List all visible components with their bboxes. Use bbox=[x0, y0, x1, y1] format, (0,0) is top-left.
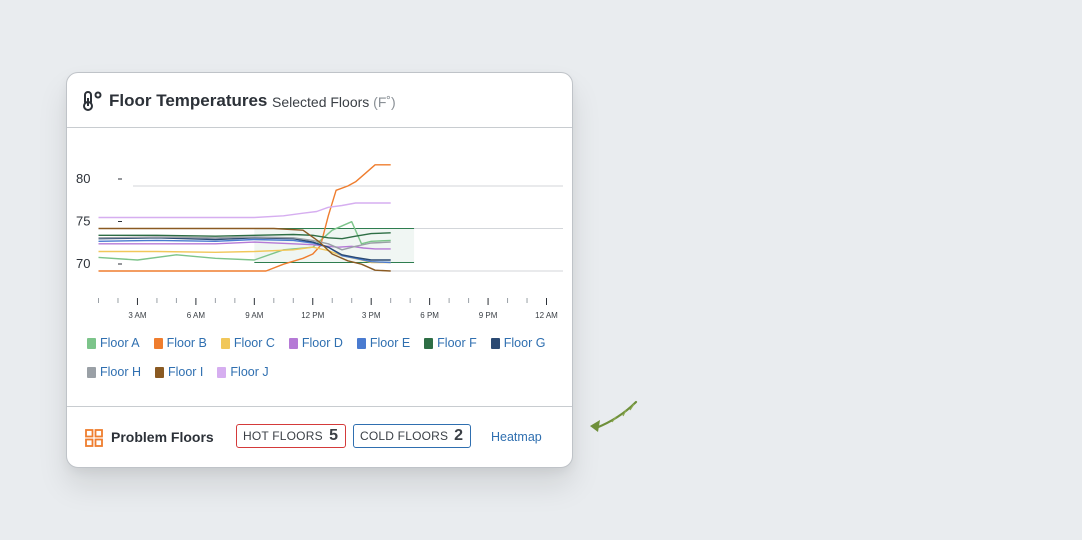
y-tick-label: 80 bbox=[76, 171, 90, 186]
legend-item-floor-g[interactable]: Floor G bbox=[490, 336, 546, 350]
x-tick-label: 3 AM bbox=[128, 311, 147, 320]
legend-swatch bbox=[87, 366, 96, 378]
x-tick-label: 6 PM bbox=[420, 311, 439, 320]
hand-drawn-arrow-icon bbox=[590, 400, 638, 432]
card-title: Floor Temperatures bbox=[109, 91, 268, 110]
card-header: Floor Temperatures Selected Floors (F˚) bbox=[67, 73, 572, 128]
legend-item-floor-f[interactable]: Floor F bbox=[424, 336, 477, 350]
cold-floors-button[interactable]: COLD FLOORS 2 bbox=[353, 424, 471, 448]
hot-floors-label: HOT FLOORS bbox=[243, 429, 323, 443]
unit-label: (F˚) bbox=[373, 94, 396, 110]
legend-label: Floor B bbox=[166, 336, 207, 350]
subtitle-text: Selected Floors bbox=[272, 94, 370, 110]
problem-floors-title: Problem Floors bbox=[111, 429, 214, 445]
card-footer: Problem Floors HOT FLOORS 5 COLD FLOORS … bbox=[67, 406, 572, 467]
hot-floors-count: 5 bbox=[329, 427, 338, 444]
legend-item-floor-e[interactable]: Floor E bbox=[356, 336, 411, 350]
y-tick-label: 70 bbox=[76, 256, 90, 271]
target-band bbox=[254, 228, 415, 263]
legend-item-floor-a[interactable]: Floor A bbox=[87, 336, 140, 350]
chart-legend: Floor A Floor B Floor C Floor D Floor E Floor… bbox=[87, 336, 557, 379]
legend-label: Floor A bbox=[100, 336, 140, 350]
heatmap-link[interactable]: Heatmap bbox=[491, 430, 542, 444]
legend-swatch bbox=[154, 366, 164, 378]
legend-swatch bbox=[217, 366, 227, 378]
series-line-floor-j bbox=[98, 202, 391, 219]
legend-label: Floor H bbox=[100, 365, 141, 379]
floor-temperatures-card: Floor Temperatures Selected Floors (F˚) … bbox=[66, 72, 573, 468]
legend-label: Floor F bbox=[437, 336, 477, 350]
legend-label: Floor G bbox=[503, 336, 546, 350]
legend-swatch bbox=[153, 337, 163, 349]
hot-floors-button[interactable]: HOT FLOORS 5 bbox=[236, 424, 346, 448]
thermometer-degree-icon bbox=[83, 91, 102, 111]
legend-label: Floor I bbox=[167, 365, 204, 379]
legend-item-floor-d[interactable]: Floor D bbox=[288, 336, 343, 350]
cold-floors-count: 2 bbox=[454, 427, 463, 444]
x-tick-label: 3 PM bbox=[362, 311, 381, 320]
y-tick-label: 75 bbox=[76, 214, 90, 229]
legend-label: Floor J bbox=[230, 365, 269, 379]
legend-item-floor-i[interactable]: Floor I bbox=[154, 365, 204, 379]
legend-label: Floor D bbox=[301, 336, 343, 350]
legend-label: Floor C bbox=[233, 336, 275, 350]
legend-swatch bbox=[288, 337, 298, 349]
x-tick-label: 9 AM bbox=[245, 311, 264, 320]
temperature-line-chart[interactable]: 80 75 70 3 AM 6 AM 9 AM 12 PM 3 PM 6 PM 9 PM 12 AM bbox=[67, 128, 572, 328]
legend-swatch bbox=[356, 337, 366, 349]
x-tick-label: 12 PM bbox=[301, 311, 324, 320]
legend-item-floor-b[interactable]: Floor B bbox=[153, 336, 207, 350]
legend-swatch bbox=[424, 337, 434, 349]
grid-icon bbox=[85, 429, 103, 447]
legend-swatch bbox=[220, 337, 230, 349]
legend-item-floor-h[interactable]: Floor H bbox=[87, 365, 141, 379]
card-subtitle: Selected Floors (F˚) bbox=[272, 94, 396, 110]
x-tick-label: 12 AM bbox=[535, 311, 558, 320]
cold-floors-label: COLD FLOORS bbox=[360, 429, 449, 443]
legend-swatch bbox=[490, 337, 500, 349]
legend-swatch bbox=[87, 337, 96, 349]
legend-item-floor-j[interactable]: Floor J bbox=[217, 365, 269, 379]
x-tick-label: 6 AM bbox=[187, 311, 206, 320]
legend-label: Floor E bbox=[369, 336, 411, 350]
x-tick-label: 9 PM bbox=[479, 311, 498, 320]
legend-item-floor-c[interactable]: Floor C bbox=[220, 336, 275, 350]
